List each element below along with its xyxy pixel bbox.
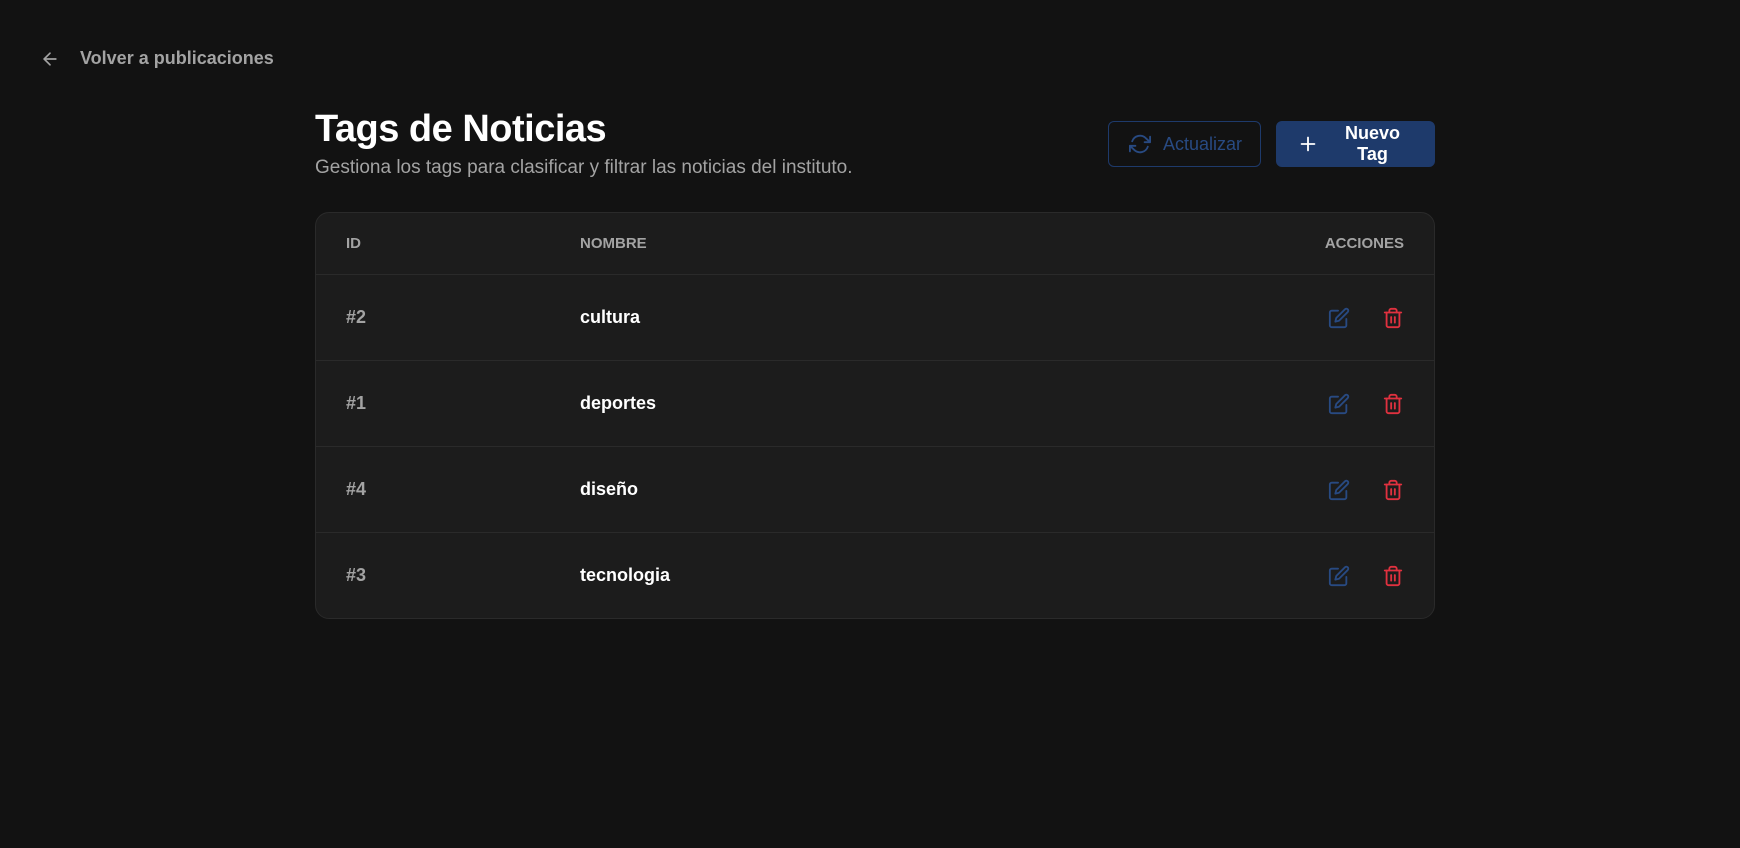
edit-icon[interactable] <box>1328 393 1350 415</box>
column-header-id: ID <box>346 235 361 252</box>
trash-icon[interactable] <box>1382 307 1404 329</box>
main-content: Tags de Noticias Gestiona los tags para … <box>315 105 1435 619</box>
trash-icon[interactable] <box>1382 565 1404 587</box>
row-actions <box>1284 565 1404 587</box>
tag-name: cultura <box>580 307 641 327</box>
arrow-left-icon <box>40 49 60 69</box>
plus-icon <box>1297 133 1319 155</box>
column-header-actions: ACCIONES <box>1324 235 1404 252</box>
trash-icon[interactable] <box>1382 393 1404 415</box>
column-header-name: NOMBRE <box>580 235 647 252</box>
header-actions: Actualizar Nuevo Tag <box>1108 121 1435 167</box>
edit-icon[interactable] <box>1328 479 1350 501</box>
tag-id: #2 <box>346 307 367 327</box>
refresh-button[interactable]: Actualizar <box>1108 121 1261 167</box>
refresh-button-label: Actualizar <box>1163 133 1243 154</box>
tag-name: deportes <box>580 393 657 413</box>
tag-name: tecnologia <box>580 565 671 585</box>
row-actions <box>1284 307 1404 329</box>
edit-icon[interactable] <box>1328 565 1350 587</box>
tag-name: diseño <box>580 479 639 499</box>
table-row: #1 deportes <box>316 360 1434 446</box>
tags-table: ID NOMBRE ACCIONES #2 cultura #1 deporte… <box>315 212 1435 619</box>
new-tag-button-label: Nuevo Tag <box>1344 123 1400 164</box>
tag-id: #4 <box>346 479 367 499</box>
trash-icon[interactable] <box>1382 479 1404 501</box>
back-link-label: Volver a publicaciones <box>80 48 274 68</box>
row-actions <box>1284 393 1404 415</box>
new-tag-button[interactable]: Nuevo Tag <box>1276 121 1435 167</box>
page-header: Tags de Noticias Gestiona los tags para … <box>315 105 1435 179</box>
row-actions <box>1284 479 1404 501</box>
header-text: Tags de Noticias Gestiona los tags para … <box>315 105 853 179</box>
table-row: #4 diseño <box>316 446 1434 532</box>
table-row: #3 tecnologia <box>316 532 1434 618</box>
table-row: #2 cultura <box>316 274 1434 360</box>
tag-id: #3 <box>346 565 367 585</box>
refresh-icon <box>1129 133 1151 155</box>
edit-icon[interactable] <box>1328 307 1350 329</box>
page-title: Tags de Noticias <box>315 108 607 150</box>
page-subtitle: Gestiona los tags para clasificar y filt… <box>315 157 853 178</box>
table-header-row: ID NOMBRE ACCIONES <box>316 213 1434 274</box>
tag-id: #1 <box>346 393 367 413</box>
back-to-publications-link[interactable]: Volver a publicaciones <box>40 48 274 69</box>
